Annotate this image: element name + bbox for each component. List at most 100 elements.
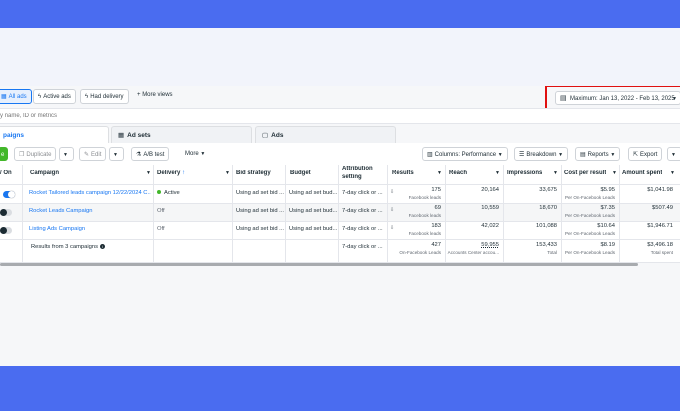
all-ads-chip[interactable]: ▦ All ads: [0, 89, 32, 104]
campaign-toggle[interactable]: [0, 227, 12, 234]
export-button[interactable]: ⇱ Export: [628, 147, 663, 161]
chevron-down-icon[interactable]: ▼: [553, 170, 558, 176]
active-status-dot: [157, 190, 161, 195]
tab-ad-sets[interactable]: ▦ Ad sets: [111, 126, 252, 143]
bid-strategy-cell: Using ad set bid ...: [236, 190, 284, 196]
ads-icon: ▢: [262, 132, 269, 139]
col-bid-strategy[interactable]: Bid strategy: [236, 170, 271, 176]
results-value: 175: [431, 187, 441, 193]
campaign-toggle[interactable]: [0, 209, 12, 216]
col-amount-spent[interactable]: Amount spent: [622, 170, 662, 176]
edit-button[interactable]: ✎ Edit: [79, 147, 107, 161]
amount-spent-value: $1,946.71: [647, 223, 673, 229]
sort-up-arrow-icon: ↑: [182, 170, 186, 176]
results-value: 183: [431, 223, 441, 229]
search-row: [0, 108, 680, 124]
attribution-cell: 7-day click or ...: [342, 190, 383, 196]
copy-icon: ❐: [19, 152, 25, 158]
info-icon[interactable]: i: [99, 244, 105, 249]
chevron-down-icon[interactable]: ▼: [495, 170, 500, 176]
bid-strategy-cell: Using ad set bid ...: [236, 208, 284, 214]
totals-reach: 59,955: [481, 242, 499, 248]
col-onoff[interactable]: / On: [0, 170, 12, 176]
col-results[interactable]: Results: [392, 170, 414, 176]
chevron-down-icon[interactable]: ▼: [437, 170, 442, 176]
chevron-down-icon: ▼: [610, 152, 616, 158]
lock-icon: ⇩: [390, 189, 395, 195]
budget-cell: Using ad set bud...: [289, 208, 337, 214]
cost-per-result-value: $7.35: [600, 205, 615, 211]
tab-ads[interactable]: ▢ Ads: [255, 126, 396, 143]
chevron-down-icon[interactable]: ▼: [670, 170, 675, 176]
reach-value: 10,559: [481, 205, 499, 211]
col-impressions[interactable]: Impressions: [507, 170, 542, 176]
tab-campaigns[interactable]: paigns: [0, 126, 109, 143]
export-dropdown[interactable]: ▼: [667, 147, 680, 161]
col-attribution-line2[interactable]: setting: [342, 174, 362, 180]
ab-test-button[interactable]: ⚗ A/B test: [131, 147, 170, 161]
bolt-icon: ϟ: [85, 94, 89, 100]
edit-dropdown[interactable]: ▼: [109, 147, 124, 161]
totals-results-subtext: On-Facebook Leads: [399, 250, 441, 255]
results-value: 69: [434, 205, 441, 211]
duplicate-dropdown[interactable]: ▼: [59, 147, 74, 161]
chevron-down-icon[interactable]: ▼: [612, 170, 617, 176]
had-delivery-chip[interactable]: ϟ Had delivery: [80, 89, 129, 104]
totals-attribution: 7-day click or ...: [342, 244, 383, 250]
toolbar: e ❐ Duplicate ▼ ✎ Edit ▼ ⚗ A/B test More ▼ …: [0, 143, 680, 166]
level-tabs: paigns ▦ Ad sets ▢ Ads: [0, 124, 680, 143]
cost-per-result-subtext: Per On-Facebook Leads: [564, 231, 615, 236]
campaign-name-link[interactable]: Rocket Tailored leads campaign 12/22/202…: [29, 190, 151, 196]
delivery-status: Off: [157, 226, 165, 232]
col-attribution-line1[interactable]: Attribution: [342, 166, 373, 172]
col-delivery[interactable]: Delivery ↑: [157, 170, 185, 176]
impressions-value: 101,088: [536, 223, 557, 229]
campaign-name-link[interactable]: Rocket Leads Campaign: [29, 208, 151, 214]
totals-amount-spent-subtext: Total spent: [650, 250, 673, 255]
delivery-status: Active: [157, 190, 180, 196]
budget-cell: Using ad set bud...: [289, 226, 337, 232]
cost-per-result-subtext: Per On-Facebook Leads: [564, 195, 615, 200]
campaign-toggle[interactable]: [3, 191, 15, 198]
totals-results: 427: [431, 242, 441, 248]
bolt-icon: ϟ: [38, 94, 42, 100]
chevron-down-icon: ▼: [200, 151, 206, 157]
chevron-down-icon: ▼: [558, 152, 564, 158]
reach-value: 20,164: [481, 187, 499, 193]
col-campaign[interactable]: Campaign: [30, 170, 59, 176]
chevron-down-icon: ▼: [671, 152, 676, 158]
sort-chevron-icon[interactable]: ▼: [146, 170, 151, 176]
more-views-button[interactable]: + More views: [137, 92, 173, 98]
totals-reach-subtext: Accounts Center accou...: [447, 250, 499, 255]
results-subtext: Facebook leads: [408, 213, 441, 218]
cost-per-result-value: $10.64: [597, 223, 615, 229]
impressions-value: 18,670: [539, 205, 557, 211]
col-budget[interactable]: Budget: [290, 170, 311, 176]
active-ads-chip[interactable]: ϟ Active ads: [33, 89, 76, 104]
lock-icon: ⇩: [390, 207, 395, 213]
columns-icon: ▥: [427, 152, 433, 158]
breakdown-icon: ☰: [519, 152, 525, 158]
flask-icon: ⚗: [136, 152, 142, 158]
cost-per-result-subtext: Per On-Facebook Leads: [564, 213, 615, 218]
grid-icon: ▦: [1, 94, 7, 100]
create-button[interactable]: e: [0, 147, 8, 161]
duplicate-button[interactable]: ❐ Duplicate: [14, 147, 57, 161]
horizontal-scrollbar[interactable]: [0, 263, 638, 266]
totals-impressions: 153,433: [536, 242, 557, 248]
columns-button[interactable]: ▥ Columns: Performance ▼: [422, 147, 508, 161]
reach-value: 42,022: [481, 223, 499, 229]
col-reach[interactable]: Reach: [449, 170, 467, 176]
search-input[interactable]: [0, 110, 300, 121]
chevron-down-icon[interactable]: ▼: [225, 170, 230, 176]
chevron-down-icon: ▼: [113, 152, 118, 158]
breakdown-button[interactable]: ☰ Breakdown ▼: [514, 147, 569, 161]
results-subtext: Facebook leads: [408, 231, 441, 236]
more-button[interactable]: More ▼: [181, 147, 210, 161]
plus-icon: +: [137, 92, 141, 98]
amount-spent-value: $507.49: [652, 205, 673, 211]
col-cost-per-result[interactable]: Cost per result: [564, 170, 606, 176]
reports-button[interactable]: ▤ Reports ▼: [575, 147, 621, 161]
totals-impressions-subtext: Total: [547, 250, 557, 255]
campaign-name-link[interactable]: Listing Ads Campaign: [29, 226, 151, 232]
